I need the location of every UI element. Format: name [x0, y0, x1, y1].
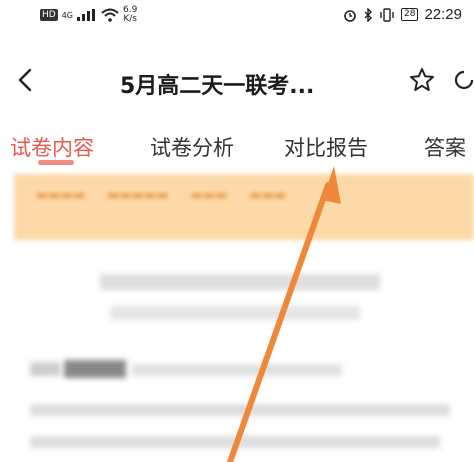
refresh-icon[interactable] — [452, 68, 474, 92]
question-line-2 — [30, 436, 440, 448]
section-title — [64, 360, 126, 378]
battery-indicator: 28 — [401, 8, 419, 21]
section-description — [132, 364, 342, 376]
tab-paper-content[interactable]: 试卷内容 — [10, 132, 94, 162]
banner-items: ▬▬▬▬ ▬▬▬▬▬ ▬▬▬ ▬▬▬ — [36, 188, 287, 203]
question-line-1 — [30, 404, 450, 416]
section-number — [30, 362, 60, 376]
signal-icon — [77, 9, 97, 21]
alarm-icon — [344, 9, 356, 22]
network-speed: 6.9 K/s — [123, 6, 137, 24]
active-tab-indicator — [38, 160, 74, 165]
tab-comparison-report[interactable]: 对比报告 — [284, 132, 368, 162]
hd-badge: HD — [40, 9, 58, 21]
bluetooth-icon — [364, 7, 372, 22]
speed-unit: K/s — [123, 14, 137, 24]
document-subheading-line — [110, 306, 360, 320]
page-title: 5月高二天一联考... — [120, 74, 315, 99]
vibrate-icon — [380, 7, 394, 22]
document-heading-line — [100, 274, 380, 290]
back-arrow-icon[interactable] — [14, 68, 38, 92]
top-nav-bar: 5月高二天一联考... — [0, 58, 474, 108]
tab-answers[interactable]: 答案 — [424, 132, 466, 162]
info-banner — [14, 174, 474, 240]
network-label: 4G — [61, 10, 73, 20]
star-icon[interactable] — [408, 66, 436, 94]
wifi-icon — [101, 8, 119, 22]
clock: 22:29 — [424, 6, 462, 23]
tab-paper-analysis[interactable]: 试卷分析 — [150, 132, 234, 162]
status-bar: HD 4G 6.9 K/s 28 22:29 — [0, 0, 474, 30]
